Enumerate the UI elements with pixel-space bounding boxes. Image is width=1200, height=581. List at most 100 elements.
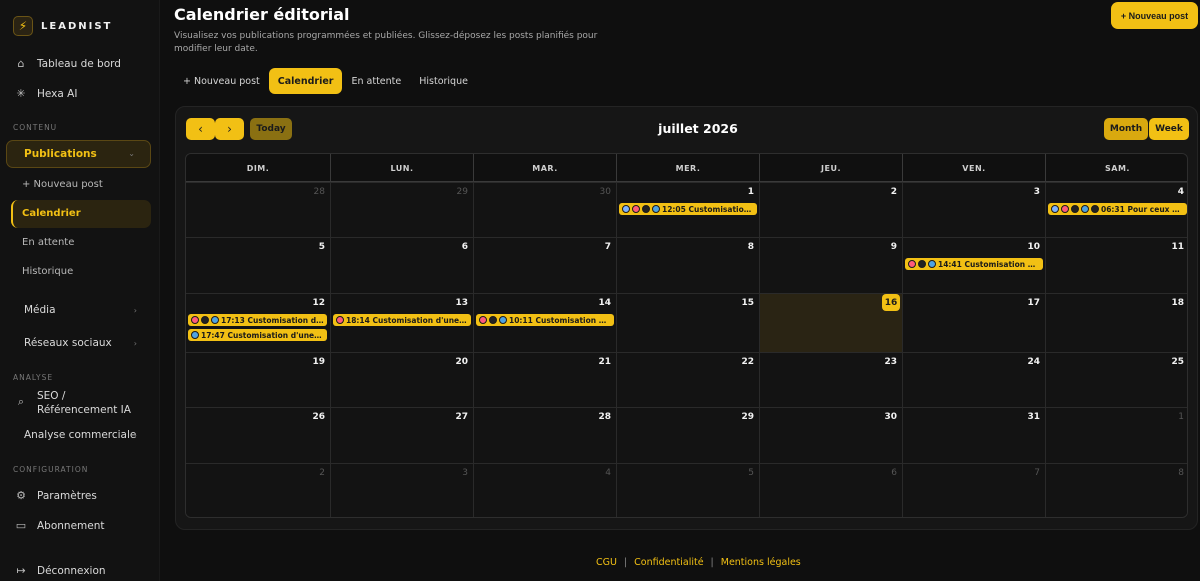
- calendar-day-cell[interactable]: 7: [902, 463, 1045, 517]
- prev-month-button[interactable]: ‹: [186, 118, 215, 140]
- gear-icon: ⚙: [16, 489, 26, 502]
- calendar-day-cell[interactable]: 6: [759, 463, 902, 517]
- calendar-day-cell[interactable]: 2: [186, 463, 330, 517]
- next-month-button[interactable]: ›: [215, 118, 244, 140]
- sidebar-item-publications-label[interactable]: Publications: [24, 148, 97, 160]
- day-number: 2: [890, 187, 897, 197]
- calendar-day-cell[interactable]: 30: [473, 182, 616, 237]
- calendar-day-cell[interactable]: 31: [902, 407, 1045, 463]
- calendar-day-cell[interactable]: 14 10:11 Customisation d'un…: [473, 293, 616, 352]
- calendar-day-cell[interactable]: 28: [473, 407, 616, 463]
- network-icon: [489, 316, 497, 324]
- day-number: 17: [1027, 298, 1040, 308]
- calendar-day-cell[interactable]: 20: [330, 352, 473, 407]
- calendar-day-cell[interactable]: 16: [759, 293, 902, 352]
- bolt-icon: ⚡: [13, 16, 33, 36]
- sidebar-item-hexa-ai[interactable]: ✳ Hexa AI: [14, 87, 77, 100]
- day-number: 6: [891, 468, 897, 478]
- scheduled-post[interactable]: 06:31 Pour ceux qui…: [1048, 203, 1187, 215]
- scheduled-post[interactable]: 17:13 Customisation d'un…: [188, 314, 327, 326]
- month-title: juillet 2026: [658, 121, 738, 136]
- card-icon: ▭: [15, 519, 27, 532]
- sidebar-item-media[interactable]: Média: [24, 304, 56, 316]
- day-number: 27: [455, 412, 468, 422]
- day-number: 22: [741, 357, 754, 367]
- today-day-number: 16: [882, 294, 900, 311]
- scheduled-post[interactable]: 14:41 Customisation d'un…: [905, 258, 1043, 270]
- scheduled-post[interactable]: 12:05 Customisation d'…: [619, 203, 757, 215]
- day-number: 13: [455, 298, 468, 308]
- calendar-day-cell[interactable]: 5: [616, 463, 759, 517]
- calendar-day-cell[interactable]: 4: [473, 463, 616, 517]
- calendar-day-cell[interactable]: 30: [759, 407, 902, 463]
- footer-link-legal[interactable]: Mentions légales: [721, 557, 801, 568]
- tab-history[interactable]: Historique: [410, 68, 477, 94]
- logo[interactable]: ⚡ LEADNIST: [13, 16, 112, 36]
- network-icon: [1071, 205, 1079, 213]
- calendar-day-cell[interactable]: 15: [616, 293, 759, 352]
- calendar-day-cell[interactable]: 3: [902, 182, 1045, 237]
- tab-new-post[interactable]: + Nouveau post: [174, 68, 269, 94]
- calendar-day-cell[interactable]: 21: [473, 352, 616, 407]
- new-post-button[interactable]: + Nouveau post: [1111, 2, 1198, 29]
- footer-link-cgu[interactable]: CGU: [596, 557, 617, 568]
- calendar-day-cell[interactable]: 25: [1045, 352, 1187, 407]
- sidebar-item-logout[interactable]: ↦ Déconnexion: [14, 564, 105, 577]
- sidebar-subitem-pending[interactable]: En attente: [22, 237, 74, 248]
- calendar-day-cell[interactable]: 4 06:31 Pour ceux qui…: [1045, 182, 1187, 237]
- scheduled-post[interactable]: 18:14 Customisation d'une sell…: [333, 314, 471, 326]
- chevron-right-icon: ›: [133, 431, 137, 440]
- day-number: 31: [1027, 412, 1040, 422]
- sidebar-subitem-calendar[interactable]: Calendrier: [22, 208, 81, 219]
- scheduled-post-label: 14:41 Customisation d'un…: [938, 259, 1040, 269]
- footer-link-privacy[interactable]: Confidentialité: [634, 557, 703, 568]
- sidebar-item-subscription[interactable]: ▭ Abonnement: [14, 519, 105, 532]
- calendar-day-cell[interactable]: 9: [759, 237, 902, 293]
- calendar-day-cell[interactable]: 10 14:41 Customisation d'un…: [902, 237, 1045, 293]
- calendar-day-cell[interactable]: 26: [186, 407, 330, 463]
- day-number: 9: [890, 242, 897, 252]
- sidebar-item-commercial[interactable]: Analyse commerciale: [24, 429, 136, 441]
- calendar-day-cell[interactable]: 3: [330, 463, 473, 517]
- scheduled-post[interactable]: 10:11 Customisation d'un…: [476, 314, 614, 326]
- calendar-day-cell[interactable]: 17: [902, 293, 1045, 352]
- scheduled-post[interactable]: 17:47 Customisation d'une sell…: [188, 329, 327, 341]
- calendar-day-cell[interactable]: 29: [330, 182, 473, 237]
- view-week-button[interactable]: Week: [1149, 118, 1189, 140]
- day-number: 5: [318, 242, 325, 252]
- sidebar-subitem-new-post[interactable]: + Nouveau post: [22, 179, 103, 190]
- page-title: Calendrier éditorial: [174, 5, 350, 24]
- calendar-day-cell[interactable]: 23: [759, 352, 902, 407]
- calendar-day-cell[interactable]: 28: [186, 182, 330, 237]
- calendar-day-cell[interactable]: 19: [186, 352, 330, 407]
- calendar-day-cell[interactable]: 12 17:13 Customisation d'un… 17:47 Customi…: [186, 293, 330, 352]
- sidebar-item-seo[interactable]: ⌕ SEO / Référencement IA: [14, 389, 147, 417]
- sidebar-item-label: Hexa AI: [37, 87, 78, 100]
- calendar-day-cell[interactable]: 7: [473, 237, 616, 293]
- calendar-day-cell[interactable]: 27: [330, 407, 473, 463]
- calendar-day-cell[interactable]: 2: [759, 182, 902, 237]
- calendar-day-cell[interactable]: 22: [616, 352, 759, 407]
- sidebar-item-social[interactable]: Réseaux sociaux: [24, 337, 112, 349]
- calendar-day-cell[interactable]: 6: [330, 237, 473, 293]
- day-number: 7: [604, 242, 611, 252]
- calendar-day-cell[interactable]: 5: [186, 237, 330, 293]
- today-button[interactable]: Today: [250, 118, 292, 140]
- calendar-day-cell[interactable]: 29: [616, 407, 759, 463]
- tab-calendar[interactable]: Calendrier: [268, 68, 343, 94]
- search-icon: ⌕: [17, 395, 25, 408]
- calendar-day-cell[interactable]: 11: [1045, 237, 1187, 293]
- sidebar-item-settings[interactable]: ⚙ Paramètres: [14, 489, 97, 502]
- calendar-day-cell[interactable]: 8: [1045, 463, 1187, 517]
- calendar-day-cell[interactable]: 1 12:05 Customisation d'…: [616, 182, 759, 237]
- sidebar-item-dashboard[interactable]: ⌂ Tableau de bord: [14, 57, 121, 70]
- day-number: 5: [748, 468, 754, 478]
- calendar-day-cell[interactable]: 24: [902, 352, 1045, 407]
- view-month-button[interactable]: Month: [1104, 118, 1148, 140]
- tab-pending[interactable]: En attente: [342, 68, 410, 94]
- sidebar-subitem-history[interactable]: Historique: [22, 266, 73, 277]
- calendar-day-cell[interactable]: 13 18:14 Customisation d'une sell…: [330, 293, 473, 352]
- calendar-day-cell[interactable]: 8: [616, 237, 759, 293]
- calendar-day-cell[interactable]: 1: [1045, 407, 1187, 463]
- calendar-day-cell[interactable]: 18: [1045, 293, 1187, 352]
